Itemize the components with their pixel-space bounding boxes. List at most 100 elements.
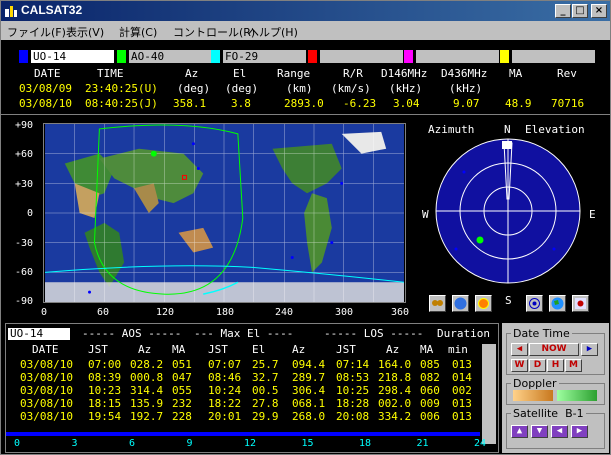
unit-rr: (km/s)	[331, 82, 371, 95]
pass-cell-los-ma: 082	[420, 371, 440, 384]
sat-slot-6[interactable]	[500, 50, 600, 63]
pass-cell-max-az: 268.0	[292, 410, 326, 423]
sat-name	[512, 50, 595, 63]
menu-calc[interactable]: 計算(C)	[119, 24, 157, 40]
sat-up-button[interactable]: ▲	[511, 425, 528, 438]
map-button[interactable]	[572, 295, 589, 312]
pass-cell-max-el: 27.8	[252, 397, 279, 410]
divider	[1, 114, 610, 115]
sun-button[interactable]	[475, 295, 492, 312]
sat-slot-1[interactable]: UO-14	[19, 50, 119, 63]
sat-down-button[interactable]: ▼	[531, 425, 548, 438]
polar-plot	[435, 138, 581, 284]
globe-button[interactable]	[452, 295, 469, 312]
satellite-label: Satellite B-1	[511, 407, 586, 420]
minute-button[interactable]: M	[565, 359, 582, 372]
minimize-button[interactable]: _	[555, 4, 571, 18]
lon-label: 0	[41, 307, 48, 318]
sat-color-swatch	[308, 50, 317, 63]
day-button[interactable]: D	[529, 359, 546, 372]
sat-slot-4[interactable]	[308, 50, 408, 63]
pass-cell-dur: 013	[452, 397, 472, 410]
pass-cell-los-t: 20:08	[336, 410, 370, 423]
pass-cell-los-ma: 006	[420, 410, 440, 423]
hdr-time: TIME	[97, 67, 124, 80]
pass-cell-los-t: 08:53	[336, 371, 370, 384]
status-range: 2893.0	[284, 97, 324, 110]
pass-cell-los-az: 298.4	[378, 384, 412, 397]
polar-el-title: Elevation	[525, 123, 585, 136]
hdr-el: El	[233, 67, 247, 80]
pass-cell-date: 03/08/10	[20, 397, 73, 410]
hdr-d436: D436MHz	[441, 67, 488, 80]
col-ma: MA	[172, 343, 186, 356]
col-az: Az	[138, 343, 152, 356]
col-az: Az	[292, 343, 306, 356]
polar-w-label: W	[422, 208, 429, 221]
unit-az: (deg)	[177, 82, 211, 95]
menu-control[interactable]: コントロール(R)	[173, 24, 255, 40]
unit-d146: (kHz)	[389, 82, 423, 95]
status-rev: 70716	[551, 97, 585, 110]
timeline-label: 24	[474, 438, 487, 449]
pass-cell-los-ma: 060	[420, 384, 440, 397]
menu-help[interactable]: ヘルプ(H)	[248, 24, 298, 40]
pass-cell-los-ma: 085	[420, 358, 440, 371]
maximize-button[interactable]: □	[572, 4, 588, 18]
globe-icon	[454, 297, 467, 310]
menu-view[interactable]: 表示(V)	[66, 24, 104, 40]
window-title: CALSAT32	[21, 3, 83, 17]
map-icon	[575, 298, 586, 309]
sat-next-button[interactable]: ▶	[571, 425, 588, 438]
status-rr: -6.23	[343, 97, 377, 110]
datetime-group: Date Time ◀ NOW ▶ W D H M	[506, 327, 605, 375]
col-jst: JST	[88, 343, 108, 356]
sun-icon	[478, 298, 489, 309]
sat-slot-2[interactable]: AO-40	[117, 50, 217, 63]
earth-button[interactable]	[549, 295, 566, 312]
earth-icon	[551, 297, 564, 310]
title-bar[interactable]: CALSAT32 _ □ ×	[1, 1, 610, 21]
doppler-downlink-indicator[interactable]	[557, 390, 597, 401]
lon-label: 360	[391, 307, 410, 318]
world-map[interactable]	[43, 123, 406, 303]
sat-name: UO-14	[31, 50, 114, 63]
pass-cell-aos-az: 192.7	[130, 410, 164, 423]
doppler-label: Doppler	[511, 377, 559, 390]
unit-el: (deg)	[225, 82, 259, 95]
calsat-window: CALSAT32 _ □ × ファイル(F) 表示(V) 計算(C) コントロー…	[0, 0, 611, 455]
pass-cell-max-t: 07:07	[208, 358, 242, 371]
target-button[interactable]	[526, 295, 543, 312]
los-group-label: ----- LOS -----	[324, 327, 424, 340]
target-icon	[529, 298, 540, 309]
menu-bar: ファイル(F) 表示(V) 計算(C) コントロール(R) ヘルプ(H)	[1, 21, 610, 40]
timeline-label: 3	[71, 438, 78, 449]
sat-slot-5[interactable]	[404, 50, 504, 63]
pass-cell-aos-t: 19:54	[88, 410, 122, 423]
step-back-button[interactable]: ◀	[511, 343, 528, 356]
hour-button[interactable]: H	[547, 359, 564, 372]
sat-name	[416, 50, 499, 63]
step-forward-button[interactable]: ▶	[581, 343, 598, 356]
doppler-uplink-indicator[interactable]	[513, 390, 553, 401]
close-button[interactable]: ×	[591, 4, 607, 18]
now-button[interactable]: NOW	[529, 343, 579, 356]
pass-scrollbar[interactable]	[482, 344, 496, 444]
status-time-jst: 08:40:25(J)	[85, 97, 158, 110]
sat-color-swatch	[117, 50, 126, 63]
pass-sat-name[interactable]: UO-14	[8, 328, 70, 340]
status-el: 3.8	[231, 97, 251, 110]
pass-cell-max-az: 068.1	[292, 397, 326, 410]
sat-slot-3[interactable]: FO-29	[211, 50, 311, 63]
footprint-button[interactable]	[429, 295, 446, 312]
timeline-label: 6	[129, 438, 136, 449]
sat-prev-button[interactable]: ◀	[551, 425, 568, 438]
week-button[interactable]: W	[511, 359, 528, 372]
menu-file[interactable]: ファイル(F)	[7, 24, 66, 40]
control-panel: Date Time ◀ NOW ▶ W D H M Doppler Satell…	[502, 323, 609, 453]
pass-cell-max-el: 25.7	[252, 358, 279, 371]
footprint-icon	[432, 300, 443, 306]
sat-color-swatch	[211, 50, 220, 63]
hdr-az: Az	[185, 67, 199, 80]
pass-cell-aos-t: 07:00	[88, 358, 122, 371]
